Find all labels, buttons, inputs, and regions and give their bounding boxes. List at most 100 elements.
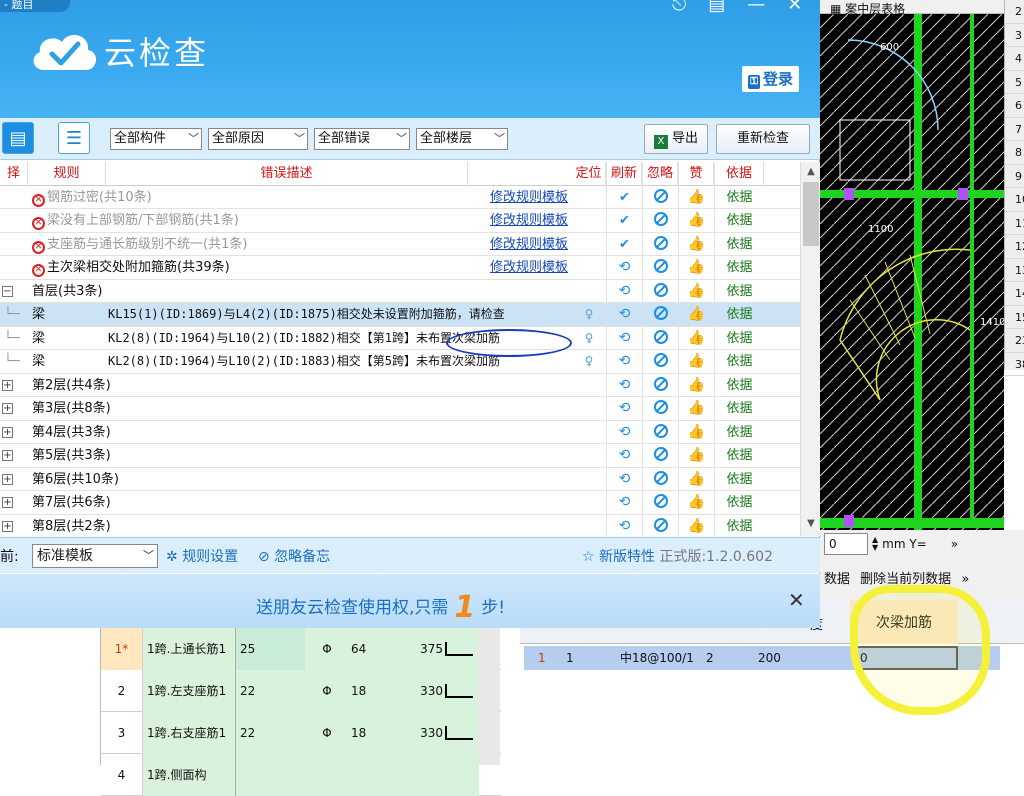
ignore-icon[interactable] [642, 491, 678, 515]
floor-row[interactable]: + 第8层(共2条) ⟲ 👍 依据 [0, 514, 800, 536]
refresh-icon[interactable]: ⟲ [606, 326, 642, 350]
basis-link[interactable]: 依据 [714, 467, 764, 491]
basis-link[interactable]: 依据 [714, 209, 764, 233]
basis-link[interactable]: 依据 [714, 350, 764, 374]
grid-row-spec[interactable]: 中18@100/1 [620, 646, 694, 670]
check-icon[interactable]: ✔ [606, 232, 642, 256]
basis-link[interactable]: 依据 [714, 514, 764, 536]
basis-link[interactable]: 依据 [714, 185, 764, 209]
template-select[interactable]: 标准模板 ﹀ [32, 544, 158, 568]
rebar-name[interactable]: 1跨.上通长筋1 [143, 628, 235, 670]
collapse-icon[interactable]: − [2, 285, 13, 297]
refresh-icon[interactable]: ⟲ [606, 279, 642, 303]
rebar-row[interactable]: 1* 1跨.上通长筋1 25 Φ 64 375 [101, 628, 501, 670]
rebar-row[interactable]: 2 1跨.左支座筋1 22 Φ 18 330 [101, 670, 501, 712]
rebar-row[interactable]: 4 1跨.侧面构 [101, 754, 501, 796]
promo-banner[interactable]: 送朋友云检查使用权,只需 1 步! ✕ [0, 574, 820, 628]
rebar-count[interactable]: 18 [349, 712, 399, 754]
ignore-icon[interactable] [642, 373, 678, 397]
refresh-icon[interactable]: ⟲ [606, 467, 642, 491]
ignore-icon[interactable] [642, 185, 678, 209]
tree-view-icon[interactable]: ☰ [58, 122, 90, 154]
export-button[interactable]: X 导出 [644, 124, 708, 154]
detail-row[interactable]: └─ 梁 KL2(8)(ID:1964)与L10(2)(ID:1882)相交【第1跨… [0, 326, 800, 351]
thumbs-up-icon[interactable]: 👍 [678, 256, 714, 280]
basis-link[interactable]: 依据 [714, 326, 764, 350]
locate-pin-icon[interactable]: ♀ [572, 327, 606, 351]
rebar-length[interactable]: 330 [399, 712, 479, 754]
thumbs-up-icon[interactable]: 👍 [678, 232, 714, 256]
menu-icon[interactable]: ▤ [708, 0, 725, 14]
recheck-button[interactable]: 重新检查 [716, 124, 810, 154]
new-features-link[interactable]: ☆ 新版特性 [582, 549, 655, 565]
rebar-diameter[interactable] [235, 754, 305, 796]
basis-link[interactable]: 依据 [714, 397, 764, 421]
ignore-icon[interactable] [642, 397, 678, 421]
expand-icon[interactable]: + [2, 426, 13, 438]
refresh-icon[interactable]: ⟲ [606, 397, 642, 421]
floor-row[interactable]: + 第3层(共8条) ⟲ 👍 依据 [0, 397, 800, 421]
refresh-icon[interactable]: ⟲ [606, 514, 642, 536]
edit-rule-template-link[interactable]: 修改规则模板 [490, 256, 590, 280]
detail-row[interactable]: └─ 梁 KL15(1)(ID:1869)与L4(2)(ID:1875)相交处未设置… [0, 303, 800, 327]
locate-pin-icon[interactable]: ♀ [572, 303, 606, 327]
rule-settings-link[interactable]: ✲ 规则设置 [166, 546, 238, 566]
share-icon[interactable]: ⎋ [672, 0, 686, 14]
basis-link[interactable]: 依据 [714, 303, 764, 327]
check-icon[interactable]: ✔ [606, 185, 642, 209]
expand-icon[interactable]: + [2, 473, 13, 485]
ignore-icon[interactable] [642, 256, 678, 280]
thumbs-up-icon[interactable]: 👍 [678, 491, 714, 515]
rebar-count[interactable]: 18 [349, 670, 399, 712]
rebar-length[interactable]: 375 [399, 628, 479, 670]
ignore-icon[interactable] [642, 232, 678, 256]
thumbs-up-icon[interactable]: 👍 [678, 279, 714, 303]
edit-rule-template-link[interactable]: 修改规则模板 [490, 186, 590, 210]
refresh-icon[interactable]: ⟲ [606, 373, 642, 397]
rebar-grid-scrollbar[interactable] [478, 628, 500, 765]
edit-rule-template-link[interactable]: 修改规则模板 [490, 233, 590, 257]
spin-arrows-icon[interactable]: ▲ ▼ [872, 536, 878, 552]
expand-icon[interactable]: + [2, 403, 13, 414]
basis-link[interactable]: 依据 [714, 491, 764, 515]
rebar-grade[interactable]: Φ [305, 670, 349, 712]
cad-drawing-view[interactable]: 600 1100 1410 [820, 0, 1004, 530]
basis-link[interactable]: 依据 [714, 420, 764, 444]
ignore-icon[interactable] [642, 209, 678, 233]
thumbs-up-icon[interactable]: 👍 [678, 185, 714, 209]
refresh-icon[interactable]: ⟲ [606, 444, 642, 468]
check-icon[interactable]: ✔ [606, 209, 642, 233]
ignore-icon[interactable] [642, 420, 678, 444]
thumbs-up-icon[interactable]: 👍 [678, 420, 714, 444]
error-filter-select[interactable]: 全部错误 ﹀ [314, 128, 410, 150]
scroll-thumb[interactable] [803, 182, 819, 246]
floor-row[interactable]: + 第2层(共4条) ⟲ 👍 依据 [0, 373, 800, 397]
ignore-icon[interactable] [642, 279, 678, 303]
component-filter-select[interactable]: 全部构件 ﹀ [110, 128, 202, 150]
rule-row[interactable]: ✕ 主次梁相交处附加箍筋(共39条) 修改规则模板 ⟲ 👍 依据 [0, 256, 800, 280]
rebar-diameter[interactable]: 22 [235, 712, 305, 754]
floor-filter-select[interactable]: 全部楼层 ﹀ [416, 128, 508, 150]
basis-link[interactable]: 依据 [714, 256, 764, 280]
basis-link[interactable]: 依据 [714, 232, 764, 256]
thumbs-up-icon[interactable]: 👍 [678, 373, 714, 397]
refresh-icon[interactable]: ⟲ [606, 491, 642, 515]
rebar-diameter[interactable]: 25 [235, 628, 305, 670]
refresh-icon[interactable]: ⟲ [606, 420, 642, 444]
reason-filter-select[interactable]: 全部原因 ﹀ [208, 128, 308, 150]
grid-row-length[interactable]: 200 [758, 646, 781, 670]
floor-row-first[interactable]: − 首层(共3条) ⟲ 👍 依据 [0, 279, 800, 303]
login-button[interactable]: ⚿ 登录 [742, 66, 800, 92]
chevron-more-icon[interactable]: » [961, 572, 969, 587]
edit-rule-template-link[interactable]: 修改规则模板 [490, 209, 590, 233]
minimize-icon[interactable]: — [747, 0, 765, 14]
rebar-name[interactable]: 1跨.侧面构 [143, 754, 235, 796]
thumbs-up-icon[interactable]: 👍 [678, 397, 714, 421]
floor-row[interactable]: + 第4层(共3条) ⟲ 👍 依据 [0, 420, 800, 444]
rebar-count[interactable] [349, 754, 399, 796]
ignore-icon[interactable] [642, 303, 678, 327]
rule-row[interactable]: ✕ 支座筋与通长筋级别不统一(共1条) 修改规则模板 ✔ 👍 依据 [0, 232, 800, 257]
chevron-more-icon[interactable]: » [951, 537, 958, 551]
rebar-diameter[interactable]: 22 [235, 670, 305, 712]
floor-row[interactable]: + 第5层(共3条) ⟲ 👍 依据 [0, 444, 800, 468]
